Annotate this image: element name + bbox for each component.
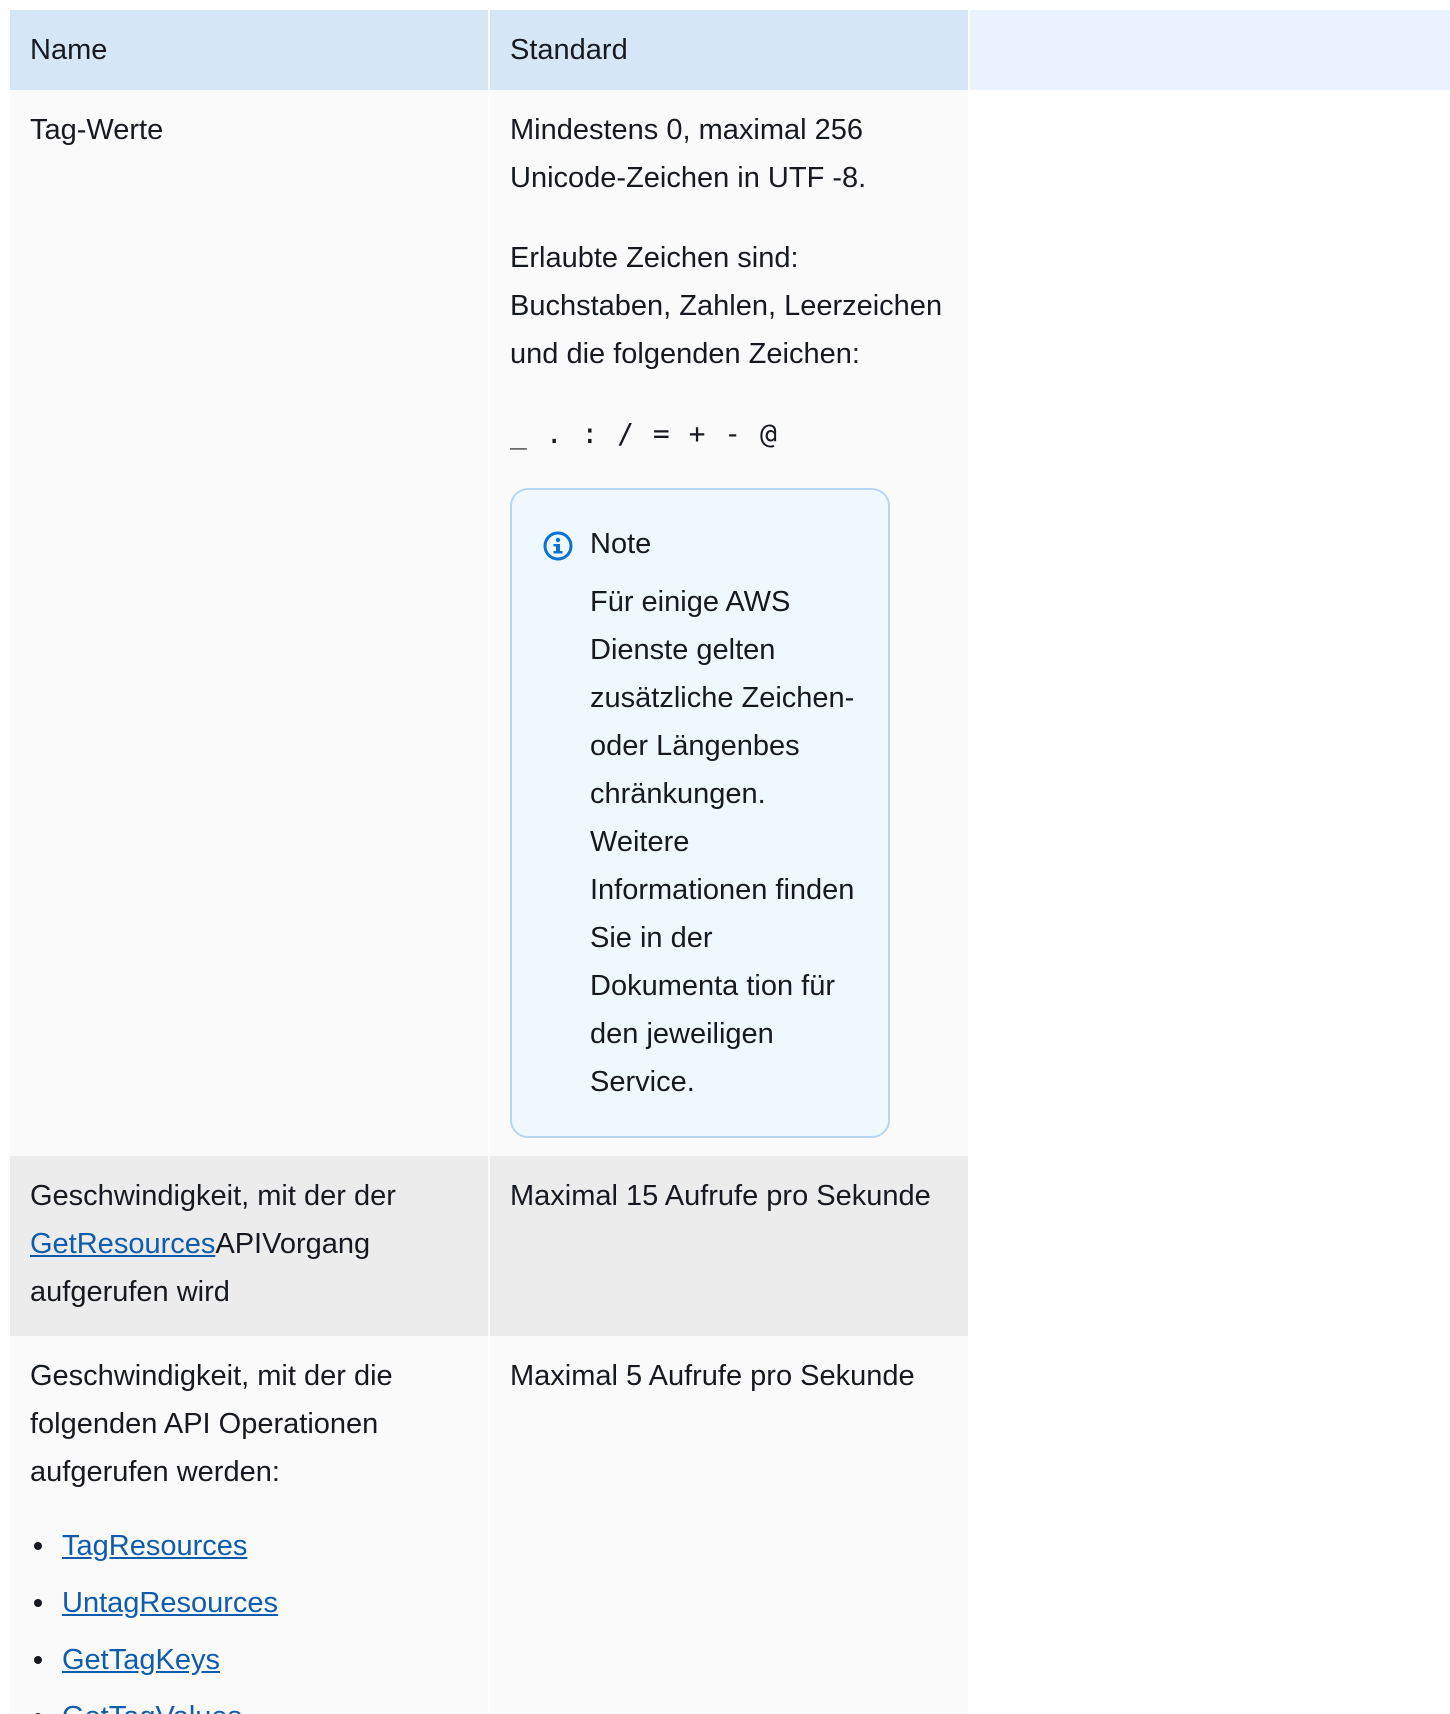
- get-tag-values-link[interactable]: GetTagValues: [62, 1701, 242, 1714]
- allowed-characters-code: _ . : / = + - @: [510, 417, 778, 450]
- table-header-row: Name Standard: [10, 10, 1450, 90]
- column-header-name: Name: [10, 10, 490, 90]
- tag-values-limit-text: Mindestens 0, maximal 256 Unicode-Zeiche…: [510, 114, 867, 194]
- list-item: GetTagKeys: [30, 1636, 468, 1684]
- cell-empty: [969, 1156, 1450, 1336]
- tag-values-name: Tag-Werte: [30, 114, 164, 146]
- column-header-empty: [969, 10, 1450, 90]
- get-resources-rate-standard: Maximal 15 Aufrufe pro Sekunde: [510, 1180, 931, 1212]
- get-resources-link[interactable]: GetResources: [30, 1228, 215, 1260]
- tag-resources-link[interactable]: TagResources: [62, 1530, 247, 1562]
- cell-standard: Maximal 5 Aufrufe pro Sekunde: [489, 1336, 970, 1714]
- ops-rate-name: Geschwindigkeit, mit der die folgenden A…: [30, 1360, 393, 1488]
- get-tag-keys-link[interactable]: GetTagKeys: [62, 1644, 220, 1676]
- table-row: Geschwindigkeit, mit der die folgenden A…: [10, 1336, 1450, 1714]
- cell-standard: Mindestens 0, maximal 256 Unicode-Zeiche…: [489, 90, 970, 1156]
- operations-list: TagResources UntagResources GetTagKeys G…: [30, 1522, 468, 1714]
- list-item: TagResources: [30, 1522, 468, 1570]
- table-row: Geschwindigkeit, mit der der GetResource…: [10, 1156, 1450, 1336]
- list-item: GetTagValues: [30, 1693, 468, 1714]
- cell-standard: Maximal 15 Aufrufe pro Sekunde: [489, 1156, 970, 1336]
- note-text: Für einige AWS Dienste gelten zusätzlich…: [590, 586, 855, 1098]
- column-header-standard: Standard: [489, 10, 970, 90]
- cell-name: Geschwindigkeit, mit der der GetResource…: [10, 1156, 490, 1336]
- note-title: Note: [590, 528, 652, 560]
- get-resources-rate-prefix: Geschwindigkeit, mit der der: [30, 1180, 396, 1212]
- table-row: Tag-Werte Mindestens 0, maximal 256 Unic…: [10, 90, 1450, 1156]
- ops-rate-standard: Maximal 5 Aufrufe pro Sekunde: [510, 1360, 915, 1392]
- info-icon: [543, 531, 573, 561]
- cell-name: Tag-Werte: [10, 90, 490, 1156]
- tag-values-allowed-text: Erlaubte Zeichen sind: Buchstaben, Zahle…: [510, 242, 943, 370]
- note-body: Note Für einige AWS Dienste gelten zusät…: [590, 520, 858, 1106]
- cell-empty: [969, 90, 1450, 1156]
- quotas-table: Name Standard Tag-Werte Mindestens 0, ma…: [10, 10, 1450, 1714]
- cell-name: Geschwindigkeit, mit der die folgenden A…: [10, 1336, 490, 1714]
- untag-resources-link[interactable]: UntagResources: [62, 1587, 278, 1619]
- note-callout: Note Für einige AWS Dienste gelten zusät…: [510, 488, 890, 1138]
- page: Name Standard Tag-Werte Mindestens 0, ma…: [0, 0, 1450, 1714]
- list-item: UntagResources: [30, 1579, 468, 1627]
- cell-empty: [969, 1336, 1450, 1714]
